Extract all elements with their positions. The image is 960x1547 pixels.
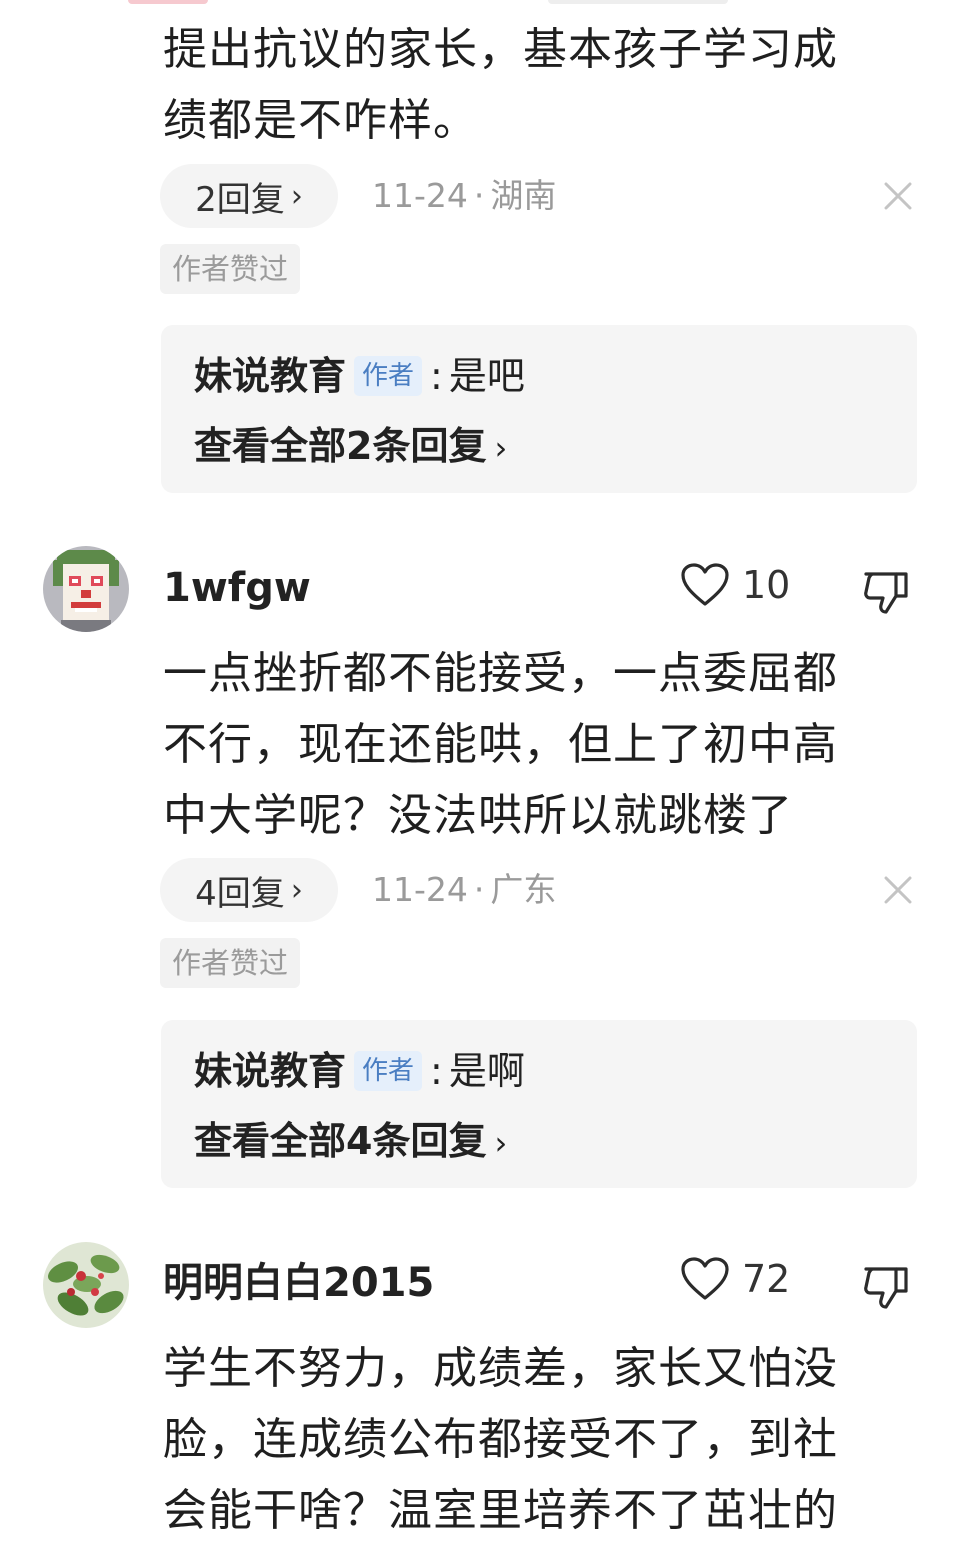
fragment-gray (548, 0, 728, 4)
heart-outline-icon (681, 1257, 729, 1300)
heart-outline-icon (681, 563, 729, 606)
reply-colon: : (430, 1049, 443, 1093)
reply-preview-box[interactable]: 妹说教育 作者 : 是吧 查看全部2条回复 › (161, 325, 917, 493)
view-all-replies-link[interactable]: 查看全部2条回复 › (194, 421, 507, 473)
comment-line: 一点挫折都不能接受，一点委屈都 (163, 648, 838, 699)
replies-button[interactable]: 2回复 › (160, 164, 338, 228)
comment-line: 会能干啥？温室里培养不了茁壮的 (163, 1485, 838, 1536)
comment-meta: 2回复 › 11-24 · 湖南 (160, 164, 920, 228)
view-all-replies-label: 查看全部2条回复 (194, 424, 487, 468)
comment-body: 提出抗议的家长，基本孩子学习成 绩都是不咋样。 (163, 14, 903, 156)
reply-text: 是啊 (448, 1049, 525, 1093)
separator: · (473, 176, 485, 215)
like-button[interactable]: 72 (680, 1256, 790, 1302)
like-count: 72 (742, 1257, 791, 1301)
username[interactable]: 明明白白2015 (163, 1259, 434, 1307)
comment-body: 一点挫折都不能接受，一点委屈都 不行，现在还能哄，但上了初中高 中大学呢？没法哄… (163, 638, 903, 851)
close-icon[interactable] (880, 178, 916, 214)
author-liked-badge: 作者赞过 (160, 938, 301, 988)
reply-preview-line: 妹说教育 作者 : 是吧 (194, 351, 525, 401)
comment-line: 脸，连成绩公布都接受不了，到社 (163, 1414, 838, 1465)
comment-line: 学生不努力，成绩差，家长又怕没 (163, 1343, 838, 1394)
chevron-right-icon: › (290, 178, 303, 214)
comment-region: 湖南 (490, 176, 557, 215)
comment-region: 广东 (490, 870, 557, 909)
reply-author-name[interactable]: 妹说教育 (194, 1046, 346, 1096)
reply-preview-line: 妹说教育 作者 : 是啊 (194, 1046, 525, 1096)
comment-date: 11-24 (372, 176, 468, 215)
author-tag: 作者 (354, 356, 423, 396)
chevron-right-icon: › (494, 429, 508, 467)
fragment-pink (128, 0, 208, 4)
comment-line: 提出抗议的家长，基本孩子学习成 (163, 24, 838, 75)
comment-date-region: 11-24 · 湖南 (372, 164, 556, 228)
flower-photo-avatar-image (43, 1242, 129, 1328)
comment-date-region: 11-24 · 广东 (372, 858, 556, 922)
author-tag: 作者 (354, 1051, 423, 1091)
thumbs-down-icon[interactable] (860, 1261, 912, 1313)
reply-preview-box[interactable]: 妹说教育 作者 : 是啊 查看全部4条回复 › (161, 1020, 917, 1188)
avatar[interactable] (43, 546, 129, 632)
avatar[interactable] (43, 1242, 129, 1328)
pixel-clown-avatar-image (43, 546, 129, 632)
like-button[interactable]: 10 (680, 562, 790, 608)
replies-label: 2回复 (195, 179, 285, 220)
comment-date: 11-24 (372, 870, 468, 909)
username[interactable]: 1wfgw (163, 564, 311, 612)
chevron-right-icon: › (290, 872, 303, 908)
comment-line: 中大学呢？没法哄所以就跳楼了 (163, 790, 793, 841)
replies-label: 4回复 (195, 873, 285, 914)
reply-colon: : (430, 354, 443, 398)
author-liked-badge: 作者赞过 (160, 244, 301, 294)
close-icon[interactable] (880, 872, 916, 908)
comment-body: 学生不努力，成绩差，家长又怕没 脸，连成绩公布都接受不了，到社 会能干啥？温室里… (163, 1333, 903, 1546)
comment-line: 不行，现在还能哄，但上了初中高 (163, 719, 838, 770)
view-all-replies-label: 查看全部4条回复 (194, 1119, 487, 1163)
comment-meta: 4回复 › 11-24 · 广东 (160, 858, 920, 922)
previous-content-fragment (128, 0, 728, 6)
separator: · (473, 870, 485, 909)
view-all-replies-link[interactable]: 查看全部4条回复 › (194, 1116, 507, 1168)
like-count: 10 (742, 563, 791, 607)
chevron-right-icon: › (494, 1124, 508, 1162)
reply-author-name[interactable]: 妹说教育 (194, 351, 346, 401)
comment-line: 绩都是不咋样。 (163, 95, 478, 146)
reply-text: 是吧 (448, 354, 525, 398)
replies-button[interactable]: 4回复 › (160, 858, 338, 922)
thumbs-down-icon[interactable] (860, 566, 912, 618)
